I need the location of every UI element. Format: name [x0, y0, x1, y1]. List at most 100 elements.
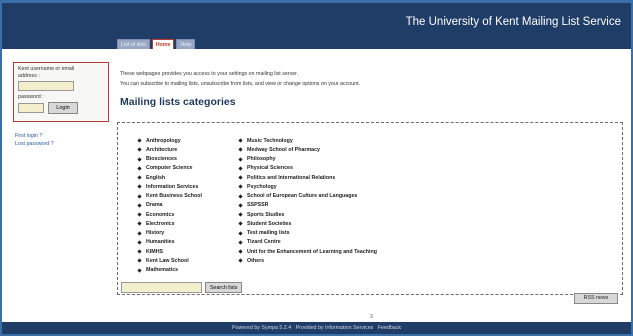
- bullet-icon: [137, 240, 142, 245]
- intro-line-1: These webpages provides you access to yo…: [120, 71, 299, 77]
- bullet-icon: [238, 221, 243, 226]
- category-label: Medway School of Pharmacy: [247, 146, 321, 153]
- bullet-icon: [238, 258, 243, 263]
- tab-help[interactable]: Help: [176, 39, 196, 49]
- categories-column-right: Music Technology Medway School of Pharmac…: [238, 136, 377, 266]
- category-link[interactable]: Electronics: [137, 219, 202, 228]
- header-bar: The University of Kent Mailing List Serv…: [2, 3, 631, 49]
- first-login-link[interactable]: First login ?: [15, 132, 54, 140]
- categories-box: Anthropology Architecture Biosciences Compu…: [117, 122, 623, 295]
- category-link[interactable]: Drama: [137, 201, 202, 210]
- rss-news-button[interactable]: RSS news: [574, 293, 618, 304]
- bullet-icon: [137, 166, 142, 171]
- tab-home[interactable]: Home: [151, 39, 175, 49]
- tab-list-of-lists[interactable]: List of lists: [117, 39, 150, 49]
- category-label: English: [146, 174, 166, 181]
- bullet-icon: [137, 221, 142, 226]
- category-link[interactable]: Student Societies: [238, 219, 377, 228]
- category-link[interactable]: Mathematics: [137, 266, 202, 275]
- bullet-icon: [137, 212, 142, 217]
- login-box: Kent username or email address : passwor…: [13, 62, 109, 122]
- category-label: Computer Science: [146, 165, 193, 172]
- bullet-icon: [238, 249, 243, 254]
- category-link[interactable]: Biosciences: [137, 155, 202, 164]
- category-label: Sports Studies: [247, 211, 285, 218]
- category-link[interactable]: English: [137, 173, 202, 182]
- footer-provided: Provided by Information Services: [295, 325, 374, 331]
- category-link[interactable]: SSPSSR: [238, 201, 377, 210]
- category-link[interactable]: Architecture: [137, 145, 202, 154]
- category-link[interactable]: School of European Culture and Languages: [238, 192, 377, 201]
- category-link[interactable]: Unit for the Enhancement of Learning and…: [238, 247, 377, 256]
- email-input[interactable]: [18, 81, 74, 91]
- category-label: Politics and International Relations: [247, 174, 336, 181]
- category-link[interactable]: KIMHS: [137, 247, 202, 256]
- category-label: Psychology: [247, 183, 277, 190]
- bullet-icon: [137, 203, 142, 208]
- category-label: SSPSSR: [247, 202, 269, 209]
- category-link[interactable]: History: [137, 229, 202, 238]
- bullet-icon: [137, 268, 142, 273]
- category-link[interactable]: Politics and International Relations: [238, 173, 377, 182]
- bullet-icon: [137, 157, 142, 162]
- feedback-link[interactable]: Feedback: [378, 325, 401, 331]
- category-label: Physical Sciences: [247, 165, 293, 172]
- side-links: First login ? Lost password ?: [15, 132, 54, 148]
- bullet-icon: [137, 147, 142, 152]
- category-link[interactable]: Anthropology: [137, 136, 202, 145]
- footer-bar: Powered by Sympa 5.2.4 Provided by Infor…: [2, 322, 631, 334]
- category-link[interactable]: Psychology: [238, 182, 377, 191]
- email-label-2: address :: [18, 73, 40, 79]
- category-link[interactable]: Kent Law School: [137, 256, 202, 265]
- search-input[interactable]: [121, 282, 202, 293]
- bullet-icon: [137, 138, 142, 143]
- password-label: password :: [18, 94, 44, 100]
- category-label: KIMHS: [146, 248, 164, 255]
- category-label: Anthropology: [146, 137, 181, 144]
- bullet-icon: [238, 175, 243, 180]
- page-title: Mailing lists categories: [120, 96, 236, 108]
- category-label: School of European Culture and Languages: [247, 193, 358, 200]
- category-link[interactable]: Information Services: [137, 182, 202, 191]
- category-link[interactable]: Medway School of Pharmacy: [238, 145, 377, 154]
- search-lists-button[interactable]: Search lists: [205, 282, 243, 293]
- category-label: Humanities: [146, 239, 175, 246]
- lost-password-link[interactable]: Lost password ?: [15, 140, 54, 148]
- bullet-icon: [238, 157, 243, 162]
- footer-powered: Powered by Sympa 5.2.4: [231, 325, 292, 331]
- password-input[interactable]: [18, 103, 44, 113]
- login-button[interactable]: Login: [48, 102, 78, 114]
- category-link[interactable]: Others: [238, 256, 377, 265]
- bullet-icon: [238, 147, 243, 152]
- category-link[interactable]: Physical Sciences: [238, 164, 377, 173]
- category-label: Others: [247, 257, 265, 264]
- bullet-icon: [137, 194, 142, 199]
- bullet-icon: [137, 184, 142, 189]
- category-link[interactable]: Economics: [137, 210, 202, 219]
- category-label: History: [146, 230, 165, 237]
- bullet-icon: [137, 258, 142, 263]
- category-link[interactable]: Computer Science: [137, 164, 202, 173]
- bullet-icon: [238, 212, 243, 217]
- category-label: Tizard Centre: [247, 239, 281, 246]
- category-link[interactable]: Tizard Centre: [238, 238, 377, 247]
- category-label: Electronics: [146, 220, 175, 227]
- category-link[interactable]: Kent Business School: [137, 192, 202, 201]
- category-label: Kent Business School: [146, 193, 202, 200]
- category-label: Philosophy: [247, 156, 276, 163]
- category-link[interactable]: Test mailing lists: [238, 229, 377, 238]
- bullet-icon: [137, 175, 142, 180]
- category-link[interactable]: Sports Studies: [238, 210, 377, 219]
- category-label: Mathematics: [146, 267, 179, 274]
- bullet-icon: [238, 138, 243, 143]
- site-title: The University of Kent Mailing List Serv…: [405, 16, 621, 28]
- category-link[interactable]: Philosophy: [238, 155, 377, 164]
- bullet-icon: [238, 240, 243, 245]
- category-label: Student Societies: [247, 220, 292, 227]
- category-link[interactable]: Music Technology: [238, 136, 377, 145]
- category-label: Economics: [146, 211, 175, 218]
- bullet-icon: [238, 231, 243, 236]
- page-number: 3: [370, 314, 373, 320]
- intro-text: These webpages provides you access to yo…: [120, 69, 360, 89]
- category-link[interactable]: Humanities: [137, 238, 202, 247]
